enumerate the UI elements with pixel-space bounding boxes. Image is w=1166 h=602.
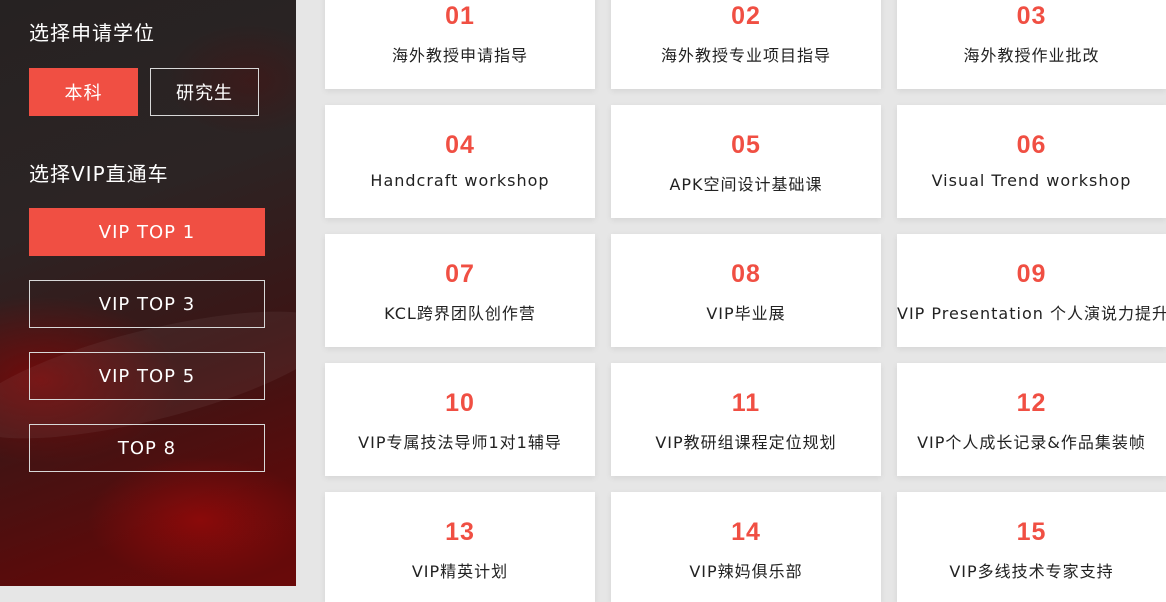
vip-option-top5[interactable]: VIP TOP 5: [29, 352, 265, 400]
sidebar: 选择申请学位 本科 研究生 选择VIP直通车 VIP TOP 1 VIP TOP…: [0, 0, 296, 586]
course-title: KCL跨界团队创作营: [384, 304, 536, 323]
course-card-01[interactable]: 01 海外教授申请指导: [325, 0, 595, 89]
degree-option-undergraduate[interactable]: 本科: [29, 68, 138, 116]
course-number: 02: [731, 2, 761, 30]
course-number: 12: [1016, 389, 1047, 417]
course-title: 海外教授申请指导: [391, 46, 528, 65]
course-number: 07: [445, 260, 475, 288]
vip-option-top8[interactable]: TOP 8: [29, 424, 265, 472]
vip-heading: 选择VIP直通车: [29, 162, 169, 186]
course-number: 04: [445, 131, 475, 159]
degree-heading: 选择申请学位: [29, 21, 155, 45]
course-number: 05: [731, 131, 761, 159]
course-title: VIP精英计划: [411, 562, 509, 581]
course-title: VIP辣妈俱乐部: [689, 562, 803, 581]
course-title: VIP个人成长记录&作品集装帧: [917, 433, 1146, 452]
course-number: 08: [731, 260, 761, 288]
course-card-12[interactable]: 12 VIP个人成长记录&作品集装帧: [897, 363, 1166, 476]
course-card-09[interactable]: 09 VIP Presentation 个人演说力提升: [897, 234, 1166, 347]
course-card-06[interactable]: 06 Visual Trend workshop: [897, 105, 1166, 218]
course-card-11[interactable]: 11 VIP教研组课程定位规划: [611, 363, 881, 476]
course-number: 15: [1016, 518, 1047, 546]
course-card-03[interactable]: 03 海外教授作业批改: [897, 0, 1166, 89]
course-card-05[interactable]: 05 APK空间设计基础课: [611, 105, 881, 218]
course-number: 14: [731, 518, 761, 546]
course-card-08[interactable]: 08 VIP毕业展: [611, 234, 881, 347]
course-number: 01: [445, 2, 475, 30]
course-title: 海外教授专业项目指导: [660, 46, 831, 65]
course-card-07[interactable]: 07 KCL跨界团队创作营: [325, 234, 595, 347]
course-number: 13: [445, 518, 475, 546]
course-number: 06: [1016, 131, 1047, 159]
degree-option-postgraduate[interactable]: 研究生: [150, 68, 259, 116]
vip-option-top3[interactable]: VIP TOP 3: [29, 280, 265, 328]
course-title: VIP多线技术专家支持: [949, 562, 1114, 581]
course-card-02[interactable]: 02 海外教授专业项目指导: [611, 0, 881, 89]
course-title: VIP教研组课程定位规划: [655, 433, 837, 452]
course-number: 11: [731, 389, 761, 417]
course-title: 海外教授作业批改: [963, 46, 1100, 65]
vip-option-top1[interactable]: VIP TOP 1: [29, 208, 265, 256]
course-card-10[interactable]: 10 VIP专属技法导师1对1辅导: [325, 363, 595, 476]
course-title: VIP Presentation 个人演说力提升: [897, 304, 1166, 323]
course-title: Visual Trend workshop: [931, 171, 1132, 190]
course-number: 10: [445, 389, 475, 417]
course-number: 09: [1016, 260, 1047, 288]
course-card-04[interactable]: 04 Handcraft workshop: [325, 105, 595, 218]
course-title: APK空间设计基础课: [669, 175, 823, 194]
course-title: VIP毕业展: [706, 304, 786, 323]
course-title: VIP专属技法导师1对1辅导: [358, 433, 562, 452]
course-number: 03: [1016, 2, 1047, 30]
course-title: Handcraft workshop: [370, 171, 550, 190]
